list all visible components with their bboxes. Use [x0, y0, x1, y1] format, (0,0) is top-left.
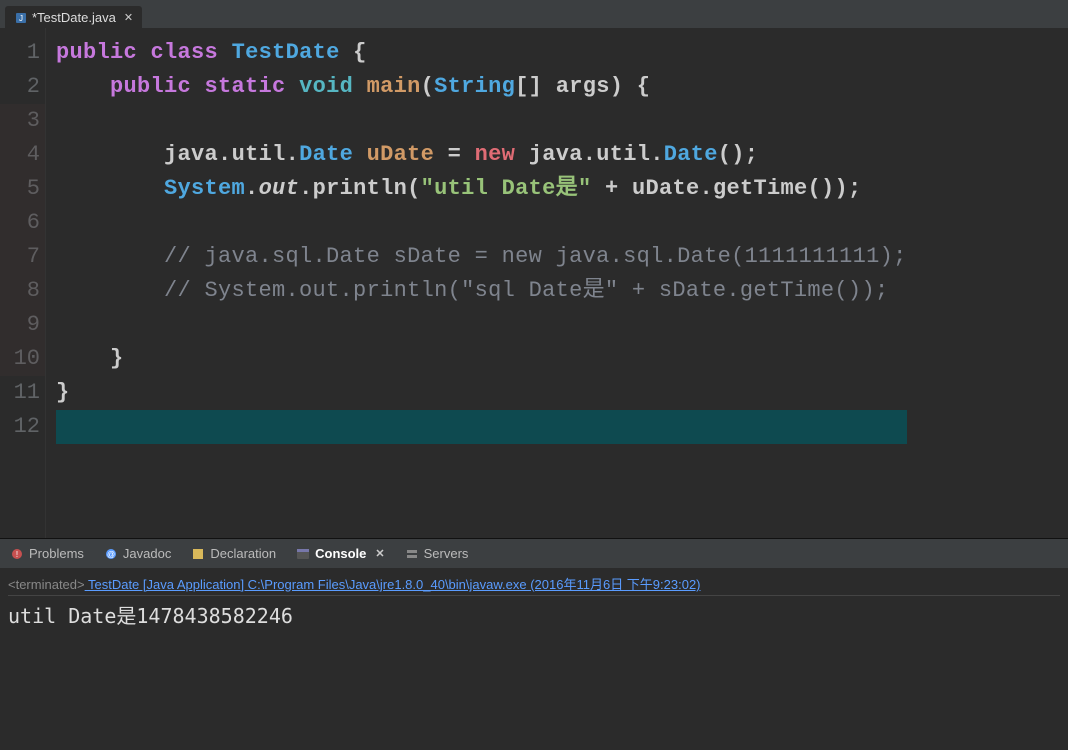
close-icon[interactable]: ✕	[375, 547, 384, 560]
tab-servers[interactable]: Servers	[395, 542, 479, 565]
problems-icon: !	[10, 547, 24, 561]
console-output: util Date是1478438582246	[8, 596, 1060, 629]
svg-text:@: @	[107, 550, 115, 559]
code-content[interactable]: public class TestDate { public static vo…	[46, 28, 917, 538]
tab-javadoc[interactable]: @ Javadoc	[94, 542, 181, 565]
editor-area[interactable]: 1 2 3 4 5 6 7 8 9 10 11 12 public class …	[0, 28, 1068, 538]
line-number: 11	[12, 376, 40, 410]
line-number: 6	[12, 206, 40, 240]
svg-text:!: !	[16, 550, 18, 559]
line-number: 12	[12, 410, 40, 444]
editor-tab-testdate[interactable]: J *TestDate.java ✕	[5, 6, 142, 28]
editor-tab-label: *TestDate.java	[32, 10, 116, 25]
javadoc-icon: @	[104, 547, 118, 561]
line-number: 5	[12, 172, 40, 206]
cursor-line	[56, 410, 907, 444]
line-number: 4	[12, 138, 40, 172]
line-number: 10	[12, 342, 40, 376]
line-number: 9	[12, 308, 40, 342]
line-number: 1	[12, 36, 40, 70]
tab-problems[interactable]: ! Problems	[0, 542, 94, 565]
bottom-panel: ! Problems @ Javadoc Declaration Console…	[0, 538, 1068, 750]
line-number: 3	[12, 104, 40, 138]
servers-icon	[405, 547, 419, 561]
tab-console[interactable]: Console ✕	[286, 542, 395, 565]
java-file-icon: J	[14, 11, 28, 25]
close-icon[interactable]: ✕	[124, 11, 133, 24]
console-run-info: <terminated> TestDate [Java Application]…	[8, 574, 1060, 596]
line-number: 2	[12, 70, 40, 104]
console-icon	[296, 547, 310, 561]
line-number-gutter: 1 2 3 4 5 6 7 8 9 10 11 12	[0, 28, 46, 538]
view-tab-bar: ! Problems @ Javadoc Declaration Console…	[0, 539, 1068, 569]
line-number: 7	[12, 240, 40, 274]
console-content: <terminated> TestDate [Java Application]…	[0, 569, 1068, 634]
svg-text:J: J	[19, 14, 23, 23]
declaration-icon	[191, 547, 205, 561]
editor-tab-bar: J *TestDate.java ✕	[0, 0, 1068, 28]
tab-declaration[interactable]: Declaration	[181, 542, 286, 565]
line-number: 8	[12, 274, 40, 308]
